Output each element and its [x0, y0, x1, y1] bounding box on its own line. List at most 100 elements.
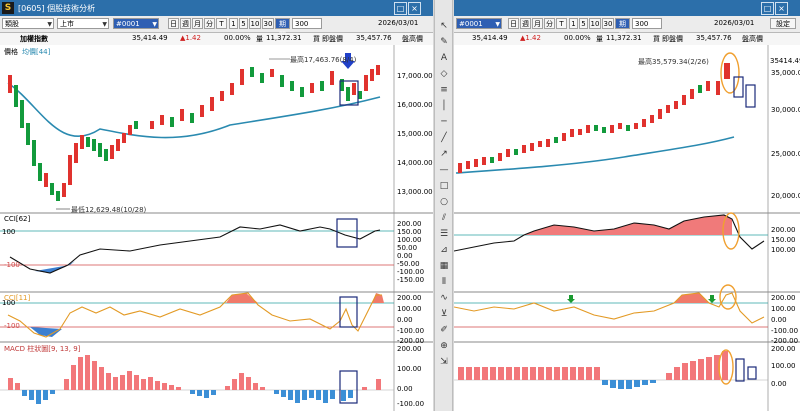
- expand-icon[interactable]: ⇲: [438, 356, 450, 368]
- macd-bar: [570, 367, 576, 380]
- left-title-bar[interactable]: S [0605] 個股技術分析 □ ×: [0, 0, 433, 16]
- right-close-button[interactable]: ×: [775, 2, 788, 15]
- candle: [230, 83, 234, 95]
- right-period-label[interactable]: 期間: [615, 18, 630, 39]
- count-input[interactable]: 300: [292, 18, 322, 29]
- candle: [260, 73, 264, 83]
- candle: [38, 163, 42, 181]
- gann-icon[interactable]: ⊿: [438, 244, 450, 256]
- right-count-input[interactable]: 300: [632, 18, 662, 29]
- minute-30-button[interactable]: 30: [262, 18, 274, 29]
- eraser-icon[interactable]: ◇: [438, 68, 450, 80]
- cci11-axis-tick: -200.00: [397, 337, 425, 345]
- price-axis-tick: 13,000.00: [397, 188, 433, 196]
- period-label[interactable]: 期間: [275, 18, 290, 39]
- period-tick-button[interactable]: T: [216, 18, 227, 29]
- macd-bar: [474, 367, 480, 380]
- macd-bar: [482, 367, 488, 380]
- exchange-select[interactable]: 上市 ▼: [57, 18, 109, 29]
- hline-icon[interactable]: ─: [438, 116, 450, 128]
- date-field[interactable]: 2026/03/01: [376, 18, 426, 29]
- right-cci62-axis-tick: 200.00: [771, 226, 796, 234]
- left-close-button[interactable]: ×: [408, 2, 421, 15]
- chevron-down-icon: ▼: [102, 21, 107, 28]
- right-toolbar: #0001 ▼ 日 週 月 分 T 1 5 10 30 期間 300 2026/0…: [454, 16, 800, 39]
- menu-icon[interactable]: ≡: [438, 84, 450, 96]
- left-chart-canvas[interactable]: [0, 45, 433, 411]
- pencil-icon[interactable]: ✐: [438, 324, 450, 336]
- symbol-select[interactable]: #0001 ▼: [113, 18, 159, 29]
- minute-5-button[interactable]: 5: [239, 18, 248, 29]
- right-minute-30-button[interactable]: 30: [602, 18, 614, 29]
- right-period-week-button[interactable]: 週: [520, 18, 531, 29]
- macd-bar: [309, 390, 314, 398]
- candle: [26, 123, 30, 145]
- minute-1-button[interactable]: 1: [229, 18, 238, 29]
- cursor-icon[interactable]: ↖: [438, 20, 450, 32]
- macd-label: MACD 柱狀圖[9, 13, 9]: [4, 345, 81, 353]
- right-chart-canvas[interactable]: [454, 45, 800, 411]
- arrow-icon[interactable]: ↗: [438, 148, 450, 160]
- candle: [68, 155, 72, 185]
- line-icon[interactable]: │: [438, 100, 450, 112]
- macd-bar: [634, 380, 640, 387]
- right-price-axis-tick: 20,000.00: [771, 192, 800, 200]
- candle: [20, 100, 24, 128]
- cci11-axis-tick: 200.00: [397, 294, 422, 302]
- grid-icon[interactable]: ▦: [438, 260, 450, 272]
- zoom-icon[interactable]: ⊕: [438, 340, 450, 352]
- right-period-day-button[interactable]: 日: [508, 18, 519, 29]
- candle: [330, 71, 334, 85]
- candle: [586, 125, 590, 133]
- right-period-month-button[interactable]: 月: [532, 18, 543, 29]
- right-quote-percent: 00.00%: [564, 34, 591, 42]
- market-select[interactable]: 類股 ▼: [2, 18, 54, 29]
- macd-bar: [698, 359, 704, 380]
- cycle-icon[interactable]: ⦀: [438, 276, 450, 288]
- candle: [602, 127, 606, 133]
- dash-icon[interactable]: —: [438, 164, 450, 176]
- text-icon[interactable]: A: [438, 52, 450, 64]
- right-minute-5-button[interactable]: 5: [579, 18, 588, 29]
- candle: [698, 85, 702, 93]
- macd-bar: [50, 390, 55, 394]
- draw-icon[interactable]: ✎: [438, 36, 450, 48]
- right-date-field[interactable]: 2026/03/01: [712, 18, 760, 29]
- diag-line-icon[interactable]: ╱: [438, 132, 450, 144]
- macd-bar: [169, 385, 174, 390]
- macd-bar: [722, 351, 728, 380]
- right-period-tick-button[interactable]: T: [556, 18, 567, 29]
- right-minute-10-button[interactable]: 10: [589, 18, 601, 29]
- speed-icon[interactable]: ⊻: [438, 308, 450, 320]
- macd-bar: [514, 367, 520, 380]
- wave-icon[interactable]: ∿: [438, 292, 450, 304]
- price-axis-tick: 14,000.00: [397, 159, 433, 167]
- macd-bar: [706, 357, 712, 380]
- macd-bar: [610, 380, 616, 388]
- cci62-label: CCI[62]: [4, 215, 31, 223]
- candle: [86, 137, 90, 147]
- macd-bar: [466, 367, 472, 380]
- channel-icon[interactable]: ⫽: [438, 212, 450, 224]
- right-title-bar[interactable]: □ ×: [454, 0, 800, 16]
- left-maximize-button[interactable]: □: [394, 2, 407, 15]
- right-minute-1-button[interactable]: 1: [569, 18, 578, 29]
- right-symbol-select[interactable]: #0001 ▼: [456, 18, 502, 29]
- macd-bar: [666, 373, 672, 380]
- quote-percent: 00.00%: [224, 34, 251, 42]
- candle: [706, 81, 710, 91]
- macd-bar: [8, 378, 13, 390]
- period-day-button[interactable]: 日: [168, 18, 179, 29]
- macd-bar: [120, 375, 125, 390]
- period-week-button[interactable]: 週: [180, 18, 191, 29]
- settings-button[interactable]: 設定: [770, 18, 796, 29]
- rect-icon[interactable]: □: [438, 180, 450, 192]
- fib-icon[interactable]: ☰: [438, 228, 450, 240]
- right-period-minute-button[interactable]: 分: [544, 18, 555, 29]
- right-maximize-button[interactable]: □: [761, 2, 774, 15]
- minute-10-button[interactable]: 10: [249, 18, 261, 29]
- period-minute-button[interactable]: 分: [204, 18, 215, 29]
- period-month-button[interactable]: 月: [192, 18, 203, 29]
- right-macd-axis-tick: 100.00: [771, 362, 796, 370]
- ellipse-icon[interactable]: ○: [438, 196, 450, 208]
